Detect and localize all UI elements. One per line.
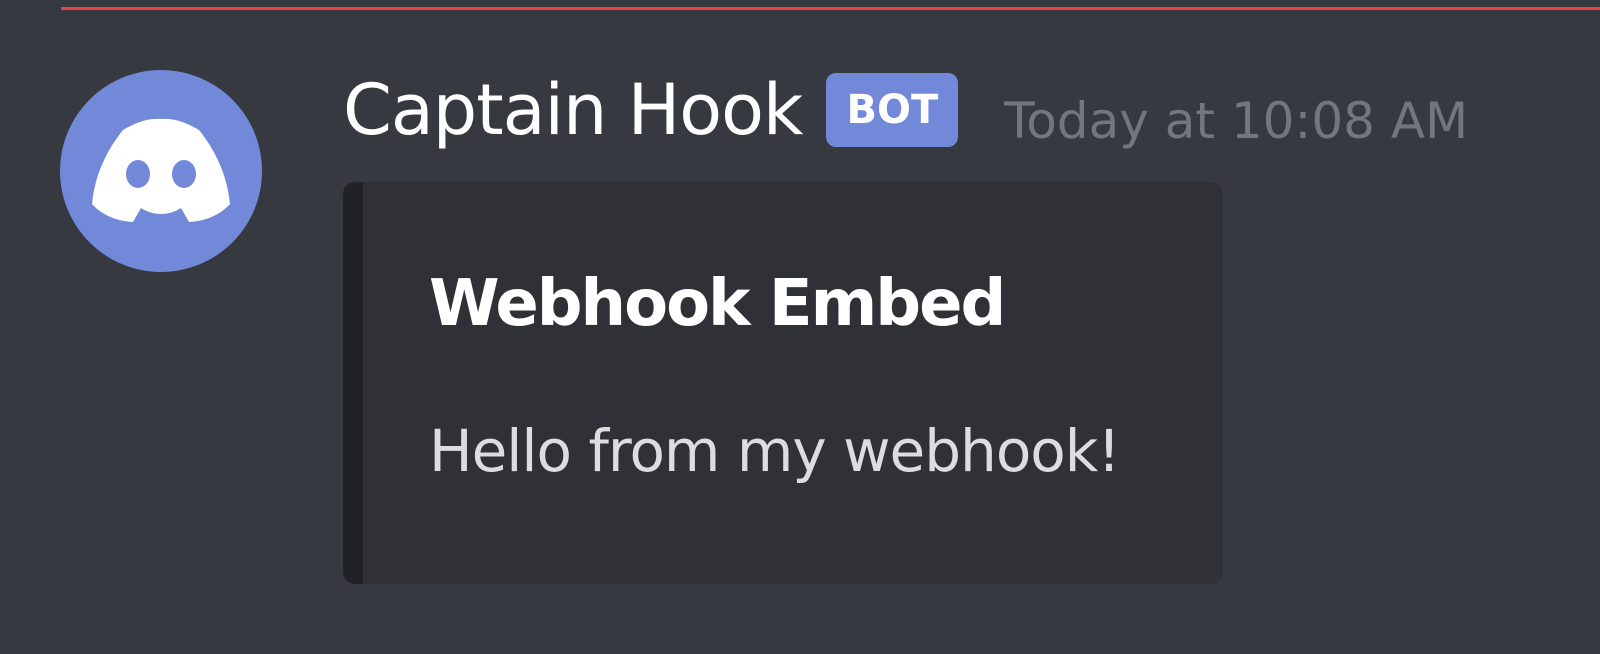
message-header: Captain Hook BOT Today at 10:08 AM bbox=[343, 70, 1468, 150]
embed-description: Hello from my webhook! bbox=[429, 417, 1121, 485]
message-timestamp[interactable]: Today at 10:08 AM bbox=[1004, 96, 1468, 146]
new-messages-divider bbox=[61, 7, 1600, 10]
avatar[interactable] bbox=[60, 70, 262, 272]
bot-badge: BOT bbox=[826, 73, 959, 147]
username[interactable]: Captain Hook bbox=[343, 75, 803, 145]
discord-logo-icon bbox=[92, 118, 230, 222]
webhook-embed: Webhook Embed Hello from my webhook! bbox=[343, 182, 1223, 584]
embed-title: Webhook Embed bbox=[429, 267, 1006, 341]
